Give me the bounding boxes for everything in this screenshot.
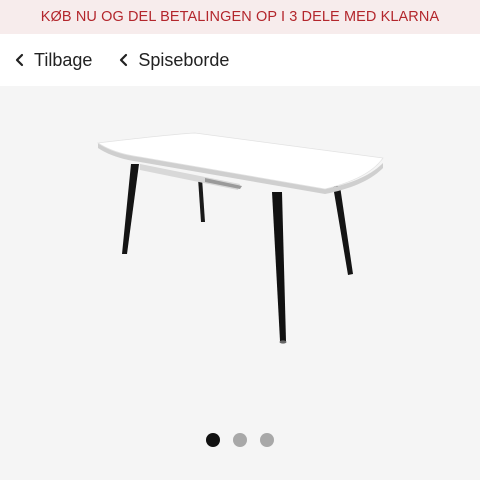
breadcrumb-nav: Tilbage Spiseborde [0,34,480,86]
back-link[interactable]: Tilbage [14,50,92,71]
category-link-label: Spiseborde [138,49,230,70]
table-leg [198,178,205,222]
chevron-left-icon [15,53,24,67]
table-leg [122,164,139,254]
category-link[interactable]: Spiseborde [118,50,229,71]
back-link-label: Tilbage [34,49,93,70]
banner-text: KØB NU OG DEL BETALINGEN OP I 3 DELE MED… [40,9,440,25]
carousel-dots [0,432,480,448]
klarna-promo-banner[interactable]: KØB NU OG DEL BETALINGEN OP I 3 DELE MED… [0,0,480,34]
carousel-dot[interactable] [260,433,274,447]
product-image[interactable] [0,86,480,416]
table-leg [272,192,286,341]
leg-foot [279,340,287,344]
chevron-left-icon [120,53,128,67]
product-image-gallery[interactable] [0,86,480,480]
table-leg [333,186,353,275]
carousel-dot-active[interactable] [206,433,220,447]
carousel-dot[interactable] [233,433,247,447]
